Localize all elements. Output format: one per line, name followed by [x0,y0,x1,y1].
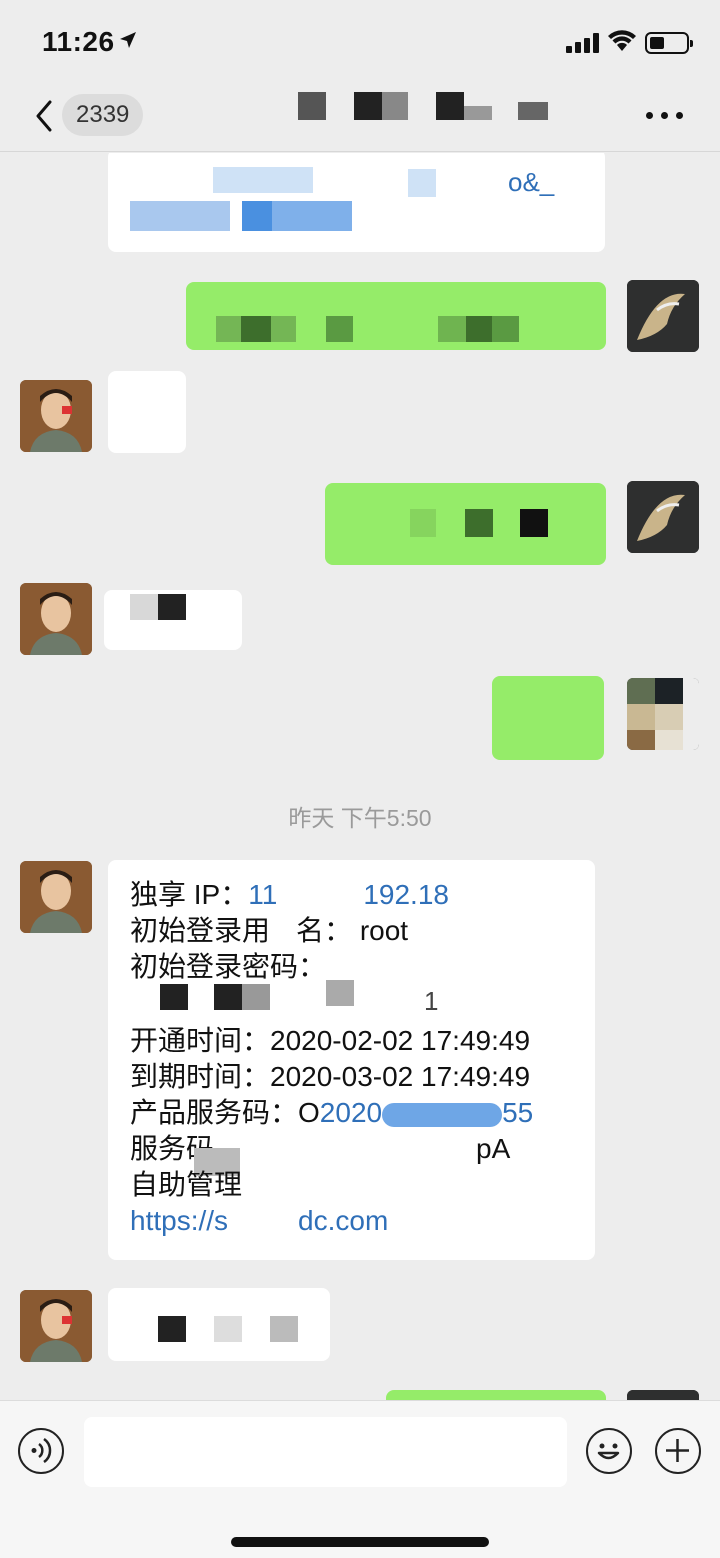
message-bubble-outgoing[interactable] [386,1390,606,1400]
message-bubble-outgoing[interactable] [492,676,604,760]
account-info-message[interactable]: 独享 IP：11 192.18 初始登录用 名： root 初始登录密码： 1 开通… [108,860,595,1260]
dragon-avatar-icon [627,1390,699,1400]
service-pwd-line: 服务码 pA [130,1133,511,1164]
plus-icon[interactable] [655,1428,701,1474]
wifi-icon [608,30,636,51]
person-avatar-icon [20,861,92,933]
expire-time-line: 到期时间：2020-03-02 17:49:49 [130,1061,531,1092]
partial-message-text: o&_ [508,167,555,197]
avatar[interactable] [20,583,92,655]
message-bubble-incoming[interactable] [108,371,186,453]
self-service-line: 自助管理 [130,1169,243,1200]
chevron-left-icon[interactable] [30,98,62,134]
battery-icon [645,32,693,54]
username-line: 初始登录用 名： root [130,915,409,946]
avatar[interactable] [20,1290,92,1362]
cellular-signal-icon [566,33,599,53]
plus-sign-icon [666,1439,689,1462]
home-indicator[interactable] [231,1537,489,1547]
message-bubble-incoming[interactable] [104,590,242,650]
message-list[interactable]: o&_ 昨天 下午5:50 独享 IP：11 192.18 初始登录用 名： r… [0,153,720,1400]
chat-title-redacted [298,92,548,120]
more-dots-icon[interactable] [646,112,686,120]
message-bubble-incoming[interactable] [108,1288,330,1361]
person-avatar-icon [20,1290,92,1362]
unread-count-badge[interactable]: 2339 [62,94,144,136]
self-service-url[interactable]: https://s dc.com [130,1203,388,1239]
status-bar: 11:26 [0,0,720,80]
avatar[interactable] [627,280,699,352]
smile-face-icon [597,1443,620,1460]
open-time-line: 开通时间：2020-02-02 17:49:49 [130,1025,531,1056]
input-bar [0,1400,720,1558]
ip-line: 独享 IP：11 192.18 [130,879,449,910]
avatar[interactable] [20,380,92,452]
status-time: 11:26 [42,26,115,57]
password-label-line: 初始登录密码： [130,951,327,982]
avatar[interactable] [627,678,699,750]
avatar[interactable] [627,481,699,553]
location-arrow-icon [120,32,136,48]
dragon-avatar-icon [627,280,699,352]
service-code-line: 产品服务码：O2020 55 [130,1097,534,1128]
dragon-avatar-icon [627,678,699,750]
message-bubble-outgoing[interactable] [325,483,606,565]
avatar[interactable] [627,1390,699,1400]
person-avatar-icon [20,583,92,655]
dragon-avatar-icon [627,481,699,553]
message-bubble-incoming[interactable]: o&_ [108,153,605,252]
avatar[interactable] [20,861,92,933]
person-avatar-icon [20,380,92,452]
password-tail: 1 [424,986,439,1016]
chat-header: 2339 [0,80,720,152]
message-input[interactable] [84,1417,567,1487]
message-timestamp: 昨天 下午5:50 [288,805,432,831]
voice-wave-icon [31,1437,52,1464]
voice-icon[interactable] [18,1428,64,1474]
message-bubble-outgoing[interactable] [186,282,606,350]
password-redacted [160,984,188,1010]
emoji-icon[interactable] [586,1428,632,1474]
